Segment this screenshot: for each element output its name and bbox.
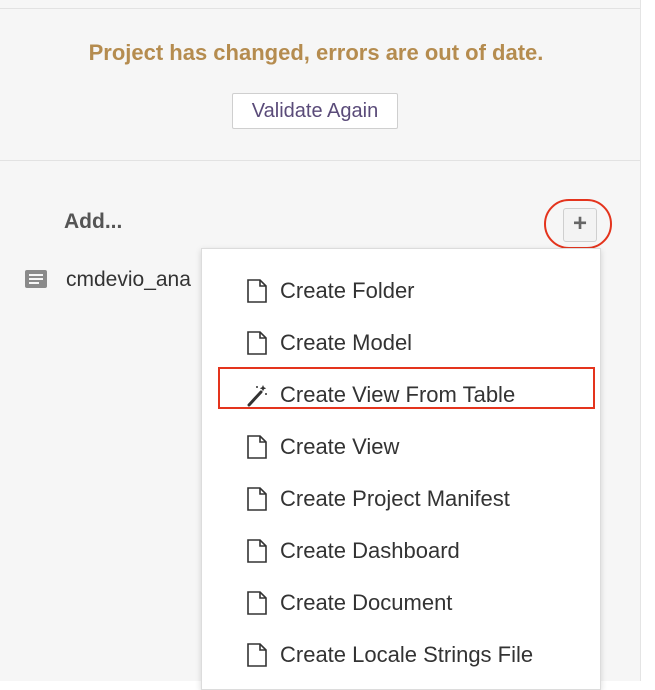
validate-again-button[interactable]: Validate Again (232, 93, 398, 129)
panel-divider (640, 0, 641, 681)
menu-item-create-view-from-table[interactable]: Create View From Table (202, 369, 600, 421)
menu-item-label: Create Folder (280, 278, 415, 303)
menu-item-label: Create View (280, 434, 400, 459)
menu-item-label: Create View From Table (280, 382, 516, 407)
add-label: Add... (64, 210, 123, 233)
file-icon (247, 279, 267, 303)
menu-item-label: Create Document (280, 590, 453, 615)
section-divider (0, 160, 640, 161)
menu-item-create-document[interactable]: Create Document (202, 577, 600, 629)
menu-item-create-project-manifest[interactable]: Create Project Manifest (202, 473, 600, 525)
file-icon (247, 539, 267, 563)
document-list-icon (25, 270, 47, 288)
menu-item-create-folder[interactable]: Create Folder (202, 265, 600, 317)
add-button[interactable]: + (563, 208, 597, 242)
add-dropdown-menu: Create Folder Create Model Create View F… (201, 248, 601, 690)
menu-item-create-locale-strings-file[interactable]: Create Locale Strings File (202, 629, 600, 681)
file-name: cmdevio_ana (66, 268, 191, 291)
file-icon (247, 435, 267, 459)
file-icon (247, 643, 267, 667)
menu-item-label: Create Dashboard (280, 538, 460, 563)
file-icon (247, 487, 267, 511)
top-divider (0, 8, 640, 9)
file-icon (247, 331, 267, 355)
menu-item-label: Create Model (280, 330, 413, 355)
file-icon (247, 591, 267, 615)
menu-item-label: Create Project Manifest (280, 486, 510, 511)
menu-item-create-dashboard[interactable]: Create Dashboard (202, 525, 600, 577)
plus-icon: + (572, 210, 587, 237)
menu-item-create-view[interactable]: Create View (202, 421, 600, 473)
magic-wand-icon (247, 385, 267, 407)
menu-item-create-model[interactable]: Create Model (202, 317, 600, 369)
menu-item-label: Create Locale Strings File (280, 642, 534, 667)
out-of-date-warning: Project has changed, errors are out of d… (88, 40, 544, 65)
